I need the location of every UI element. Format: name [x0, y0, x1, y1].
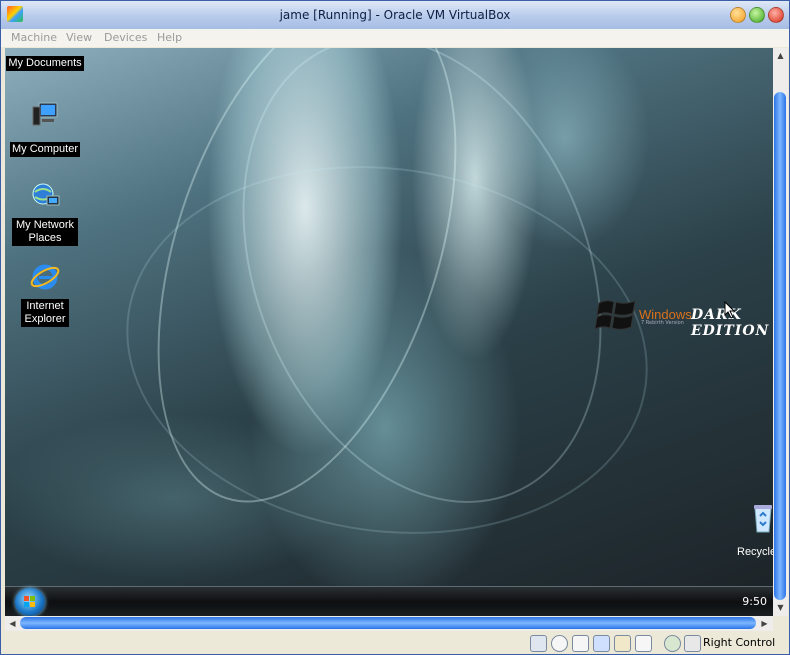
windows-flag-icon: [24, 596, 35, 607]
start-button[interactable]: [15, 588, 45, 616]
scroll-up-button[interactable]: ▲: [774, 49, 787, 62]
desktop-icon-my-network-places[interactable]: My Network Places: [5, 180, 85, 246]
scroll-left-button[interactable]: ◀: [6, 617, 19, 630]
desktop-icon-my-computer[interactable]: My Computer: [5, 99, 85, 157]
minimize-button[interactable]: [730, 7, 746, 23]
desktop-icon-my-documents[interactable]: My Documents: [5, 51, 85, 71]
scroll-right-button[interactable]: ▶: [758, 617, 771, 630]
windows-logo-icon: [595, 300, 636, 330]
desktop-icon-label: My Network Places: [12, 218, 78, 246]
menu-view[interactable]: View: [66, 31, 92, 44]
menu-help[interactable]: Help: [157, 31, 182, 44]
host-key-label: Right Control: [703, 636, 776, 649]
menu-bar: Machine View Devices Help: [1, 29, 789, 47]
status-bar: Right Control: [1, 631, 789, 654]
vertical-scroll-thumb[interactable]: [774, 92, 786, 600]
virtualization-icon[interactable]: [664, 635, 681, 652]
horizontal-scroll-thumb[interactable]: [20, 617, 756, 629]
usb-icon[interactable]: [572, 635, 589, 652]
desktop-icon-label: Internet Explorer: [21, 299, 69, 327]
desktop-icon-label: Recycle: [737, 546, 773, 558]
cd-dvd-icon[interactable]: [551, 635, 568, 652]
network-adapter-icon[interactable]: [593, 635, 610, 652]
virtualbox-window: jame [Running] - Oracle VM VirtualBox Ma…: [0, 0, 790, 655]
hard-disk-icon[interactable]: [530, 635, 547, 652]
guest-taskbar: 9:50: [5, 586, 773, 617]
scroll-down-button[interactable]: ▼: [774, 601, 787, 614]
title-bar[interactable]: jame [Running] - Oracle VM VirtualBox: [1, 1, 789, 30]
close-button[interactable]: [768, 7, 784, 23]
desktop-icon-label: My Computer: [9, 142, 81, 157]
recycle-bin-icon: [754, 505, 772, 533]
computer-icon: [32, 102, 58, 126]
desktop-icon-internet-explorer[interactable]: Internet Explorer: [5, 261, 85, 327]
vertical-scrollbar[interactable]: ▲ ▼: [773, 48, 788, 616]
horizontal-scrollbar[interactable]: ◀ ▶: [5, 616, 773, 631]
taskbar-clock[interactable]: 9:50: [742, 595, 767, 608]
display-icon[interactable]: [635, 635, 652, 652]
network-icon: [32, 183, 60, 206]
window-title: jame [Running] - Oracle VM VirtualBox: [279, 8, 511, 22]
menu-machine[interactable]: Machine: [11, 31, 57, 44]
guest-desktop[interactable]: My Documents My Computer My Network Plac…: [5, 48, 773, 616]
mouse-integration-icon[interactable]: [684, 635, 701, 652]
mouse-cursor-icon: [724, 301, 736, 319]
menu-devices[interactable]: Devices: [104, 31, 147, 44]
shared-folders-icon[interactable]: [614, 635, 631, 652]
internet-explorer-icon: [30, 264, 60, 290]
maximize-button[interactable]: [749, 7, 765, 23]
branding-subtitle: 7 Rebirth Version: [641, 320, 684, 326]
desktop-icon-label: My Documents: [6, 56, 84, 71]
desktop-icon-recycle-bin[interactable]: Recycle: [729, 502, 773, 559]
